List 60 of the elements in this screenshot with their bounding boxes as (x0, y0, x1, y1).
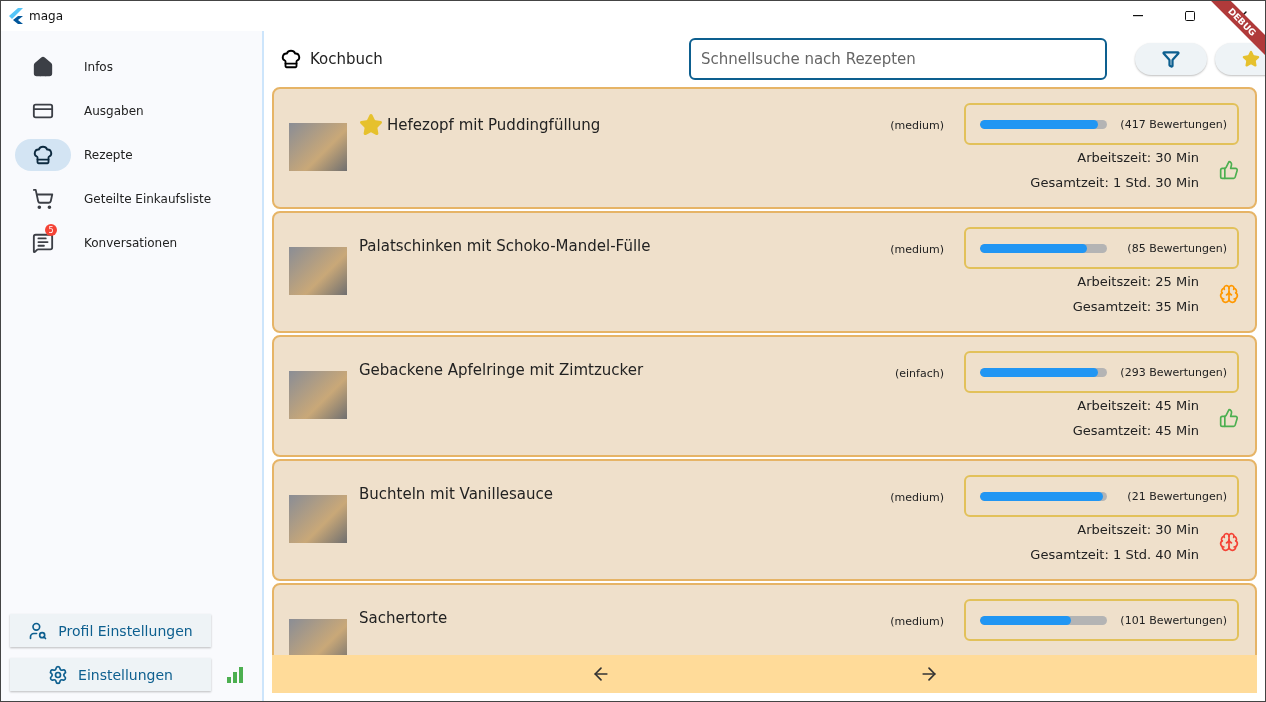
time-label: Arbeitszeit: 25 Min (1077, 273, 1199, 291)
rating-count: (101 Bewertungen) (1120, 613, 1227, 627)
nav-label[interactable]: Ausgaben (84, 104, 144, 118)
recipe-title: Gebackene Apfelringe mit Zimtzucker (359, 361, 644, 379)
time-label: Gesamtzeit: 1 Std. 40 Min (1030, 546, 1199, 564)
recipe-title: Sachertorte (359, 609, 448, 627)
rating-count: (417 Bewertungen) (1120, 117, 1227, 131)
nav-label[interactable]: Rezepte (84, 148, 133, 162)
chat-icon (32, 232, 54, 254)
nav-icon-indicator[interactable] (15, 139, 71, 171)
time-label: Gesamtzeit: 1 Std. 30 Min (1030, 174, 1199, 192)
photo-placeholder (289, 371, 347, 419)
difficulty-label: (einfach) (895, 367, 944, 380)
signal-icon (227, 666, 243, 683)
recipe-card[interactable]: Sachertorte (medium) (101 Bewertungen) (272, 583, 1257, 655)
difficulty-label: (medium) (890, 243, 944, 256)
rating-count: (21 Bewertungen) (1127, 489, 1227, 503)
time-label: Arbeitszeit: 30 Min (1077, 149, 1199, 167)
profile-settings-button[interactable]: Profil Einstellungen (10, 614, 211, 647)
maximize-icon (1184, 10, 1196, 22)
nav-label[interactable]: Infos (84, 60, 113, 74)
recipe-card[interactable]: Buchteln mit Vanillesauce (medium) (21 Bewertungen) Arbeitszeit: 30 Min Gesamtzeit: 1 Std. 40 Min (272, 459, 1257, 581)
nav-label[interactable]: Konversationen (84, 236, 178, 250)
user-search-icon (28, 620, 49, 641)
photo-placeholder (289, 123, 347, 171)
recipe-card[interactable]: Palatschinken mit Schoko-Mandel-Fülle (medium) (85 Bewertungen) Arbeitszeit: 25 Min Gesamtzeit: 35 Min (272, 211, 1257, 333)
nav-icon-indicator[interactable]: 5 (15, 227, 71, 259)
settings-icon (48, 664, 69, 685)
difficulty-label: (medium) (890, 119, 944, 132)
photo-placeholder (289, 619, 347, 655)
nav-label[interactable]: Geteilte Einkaufsliste (84, 192, 212, 206)
home-icon (32, 56, 54, 78)
cart-icon (32, 188, 54, 210)
search-field[interactable]: Schnellsuche nach Rezepten (689, 38, 1107, 80)
time-label: Arbeitszeit: 45 Min (1077, 397, 1199, 415)
minimize-icon (1133, 15, 1143, 17)
window-title: maga (29, 9, 64, 23)
star-icon (1242, 50, 1260, 68)
chef-hat-icon (280, 48, 302, 70)
filter-icon (1162, 50, 1180, 68)
filter-button[interactable] (1135, 43, 1207, 75)
recipe-title: Hefezopf mit Puddingfüllung (387, 116, 601, 134)
time-label: Gesamtzeit: 35 Min (1072, 298, 1199, 316)
rating-count: (85 Bewertungen) (1127, 241, 1227, 255)
page-title: Kochbuch (310, 50, 384, 68)
notification-badge: 5 (45, 224, 57, 236)
difficulty-label: (medium) (890, 615, 944, 628)
recipe-card[interactable]: Gebackene Apfelringe mit Zimtzucker (einfach) (293 Bewertungen) Arbeitszeit: 45 Min Gesamtzeit: 45 Min (272, 335, 1257, 457)
difficulty-label: (medium) (890, 491, 944, 504)
recipes-icon (32, 144, 54, 166)
time-label: Gesamtzeit: 45 Min (1072, 422, 1199, 440)
photo-placeholder (289, 495, 347, 543)
recipe-title: Buchteln mit Vanillesauce (359, 485, 554, 503)
recipe-title: Palatschinken mit Schoko-Mandel-Fülle (359, 237, 651, 255)
settings-button[interactable]: Einstellungen (10, 658, 211, 691)
rating-count: (293 Bewertungen) (1120, 365, 1227, 379)
app-logo-icon (9, 8, 23, 24)
recipe-card[interactable]: Hefezopf mit Puddingfüllung (medium) (417 Bewertungen) Arbeitszeit: 30 Min Gesamtzeit: 1 Std. 30 Min (272, 87, 1257, 209)
photo-placeholder (289, 247, 347, 295)
time-label: Arbeitszeit: 30 Min (1077, 521, 1199, 539)
